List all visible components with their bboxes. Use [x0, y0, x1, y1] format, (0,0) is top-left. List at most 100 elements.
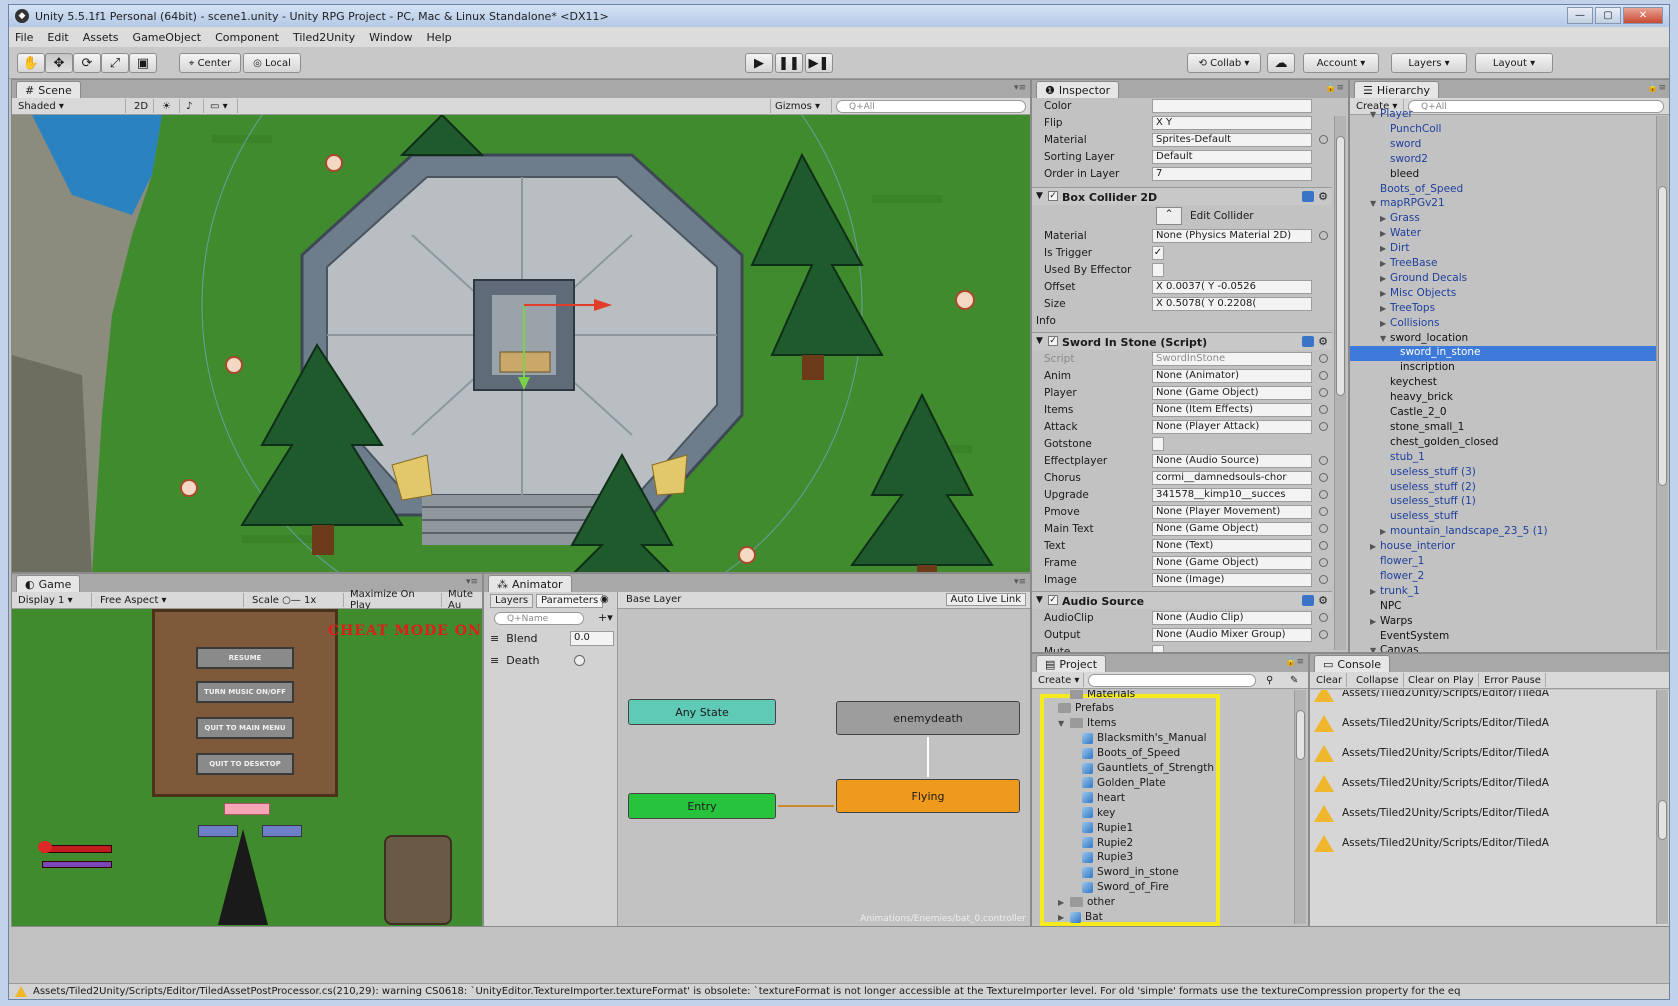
game-ui-button[interactable] [262, 825, 302, 837]
field-value[interactable]: None (Player Attack) [1152, 420, 1312, 434]
field-value[interactable]: None (Text) [1152, 539, 1312, 553]
hierarchy-item[interactable]: bleed [1350, 168, 1656, 183]
hierarchy-item[interactable]: ▼ Canvas [1350, 644, 1656, 652]
expand-arrow-icon[interactable]: ▶ [1380, 229, 1390, 238]
layout-dropdown[interactable]: Layout ▾ [1475, 53, 1553, 73]
expand-arrow-icon[interactable]: ▶ [1370, 542, 1380, 551]
console-scrollbar[interactable] [1656, 690, 1668, 924]
expand-arrow-icon[interactable]: ▶ [1380, 259, 1390, 268]
tab-project[interactable]: ▤ Project [1036, 655, 1107, 672]
component-header[interactable]: ▼ ✓ Sword In Stone (Script) ⚙ [1032, 332, 1332, 350]
help-book-icon[interactable] [1302, 336, 1314, 347]
object-picker-icon[interactable] [1319, 575, 1328, 584]
expand-arrow-icon[interactable]: ▼ [1370, 199, 1380, 208]
hierarchy-item[interactable]: PunchColl [1350, 123, 1656, 138]
field-value[interactable]: None (Player Movement) [1152, 505, 1312, 519]
aspect-dropdown[interactable]: Free Aspect ▾ [96, 593, 244, 607]
expand-arrow-icon[interactable]: ▼ [1370, 110, 1380, 119]
project-item[interactable]: Gauntlets_of_Strength [1070, 761, 1214, 776]
gizmos-dropdown[interactable]: Gizmos ▾ [770, 99, 832, 113]
expand-arrow-icon[interactable]: ▼ [1036, 336, 1043, 346]
animator-graph[interactable]: Any State Entry enemydeath Flying Animat… [618, 609, 1030, 926]
expand-arrow-icon[interactable]: ▼ [1036, 191, 1043, 201]
field-value[interactable]: None (Physics Material 2D) [1152, 229, 1312, 243]
console-button[interactable]: Error Pause [1480, 673, 1546, 687]
object-picker-icon[interactable] [1319, 507, 1328, 516]
hierarchy-item[interactable]: sword_in_stone [1350, 346, 1656, 362]
field-value[interactable] [1152, 263, 1164, 277]
rotate-tool-button[interactable]: ⟳ [73, 53, 101, 73]
field-value[interactable]: None (Audio Mixer Group) [1152, 628, 1312, 642]
scrollbar-thumb[interactable] [1658, 186, 1667, 486]
game-menu-button[interactable]: RESUME [196, 647, 294, 669]
hierarchy-item[interactable]: stone_small_1 [1350, 421, 1656, 436]
hierarchy-item[interactable]: useless_stuff (3) [1350, 466, 1656, 481]
game-menu-button[interactable]: QUIT TO MAIN MENU [196, 717, 294, 739]
project-item[interactable]: Prefabs [1046, 701, 1114, 716]
parameters-tab[interactable]: Parameters [536, 594, 604, 608]
hierarchy-item[interactable]: ▶ Ground Decals [1350, 272, 1656, 287]
hand-tool-button[interactable]: ✋ [17, 53, 45, 73]
parameter-row[interactable]: ≡ Death [490, 654, 539, 667]
hierarchy-item[interactable]: ▼ mapRPGv21 [1350, 197, 1656, 212]
project-item[interactable]: Rupie2 [1070, 835, 1133, 850]
scrollbar-thumb[interactable] [1296, 710, 1305, 760]
pivot-center-button[interactable]: ⌖ Center [179, 53, 241, 73]
filter-by-label-icon[interactable]: ✎ [1286, 673, 1306, 687]
console-entry[interactable]: Assets/Tiled2Unity/Scripts/Editor/TiledA [1314, 690, 1654, 708]
field-value[interactable]: Default [1152, 150, 1312, 164]
component-header[interactable]: ▼ ✓ Audio Source ⚙ [1032, 591, 1332, 609]
object-picker-icon[interactable] [1319, 558, 1328, 567]
console-button[interactable]: Clear on Play [1404, 673, 1479, 687]
hierarchy-item[interactable]: useless_stuff (2) [1350, 481, 1656, 496]
help-book-icon[interactable] [1302, 595, 1314, 606]
scene-view[interactable] [12, 115, 1031, 573]
object-picker-icon[interactable] [1319, 473, 1328, 482]
component-enabled-checkbox[interactable]: ✓ [1048, 336, 1058, 346]
object-picker-icon[interactable] [1319, 630, 1328, 639]
hierarchy-item[interactable]: Boots_of_Speed [1350, 183, 1656, 198]
field-value[interactable]: None (Game Object) [1152, 522, 1312, 536]
audio-toggle[interactable]: ♪ [182, 99, 204, 113]
field-value[interactable]: None (Game Object) [1152, 386, 1312, 400]
hierarchy-item[interactable]: ▶ Water [1350, 227, 1656, 242]
mode-2d-toggle[interactable]: 2D [130, 99, 154, 113]
edit-collider-button[interactable]: ⌃ [1156, 207, 1182, 225]
expand-arrow-icon[interactable]: ▶ [1058, 913, 1066, 922]
close-button[interactable]: ✕ [1623, 7, 1663, 24]
field-value[interactable]: X 0.5078( Y 0.2208( [1152, 297, 1312, 311]
filter-by-type-icon[interactable]: ⚲ [1262, 673, 1284, 687]
expand-arrow-icon[interactable]: ▼ [1036, 595, 1043, 605]
object-picker-icon[interactable] [1319, 422, 1328, 431]
layers-tab[interactable]: Layers [490, 594, 534, 608]
hierarchy-item[interactable]: inscription [1350, 361, 1656, 376]
hierarchy-item[interactable]: ▶ TreeTops [1350, 302, 1656, 317]
mute-audio-toggle[interactable]: Mute Au [444, 589, 482, 611]
object-picker-icon[interactable] [1319, 388, 1328, 397]
object-picker-icon[interactable] [1319, 613, 1328, 622]
tab-hierarchy[interactable]: ☰ Hierarchy [1354, 81, 1440, 98]
hierarchy-item[interactable]: sword [1350, 138, 1656, 153]
info-foldout[interactable]: Info [1032, 313, 1332, 330]
field-value[interactable]: 341578__kimp10__succes [1152, 488, 1312, 502]
menu-file[interactable]: File [15, 31, 33, 44]
component-enabled-checkbox[interactable]: ✓ [1048, 595, 1058, 605]
object-picker-icon[interactable] [1319, 405, 1328, 414]
scale-slider[interactable]: Scale ○— 1x [248, 593, 344, 607]
field-value[interactable] [1152, 99, 1312, 113]
cloud-button[interactable]: ☁ [1267, 53, 1295, 73]
play-button[interactable]: ▶ [745, 53, 773, 73]
hierarchy-item[interactable]: ▼ Player [1350, 108, 1656, 123]
object-picker-icon[interactable] [1319, 231, 1328, 240]
expand-arrow-icon[interactable]: ▶ [1380, 319, 1390, 328]
menu-assets[interactable]: Assets [83, 31, 119, 44]
scrollbar-thumb[interactable] [1658, 800, 1667, 840]
field-value[interactable]: None (Image) [1152, 573, 1312, 587]
hierarchy-item[interactable]: ▶ trunk_1 [1350, 585, 1656, 600]
hierarchy-item[interactable]: ▶ Warps [1350, 615, 1656, 630]
menu-tiled2unity[interactable]: Tiled2Unity [293, 31, 355, 44]
field-value[interactable] [1152, 645, 1164, 652]
move-tool-button[interactable]: ✥ [45, 53, 73, 73]
field-value[interactable]: None (Audio Source) [1152, 454, 1312, 468]
auto-live-link-toggle[interactable]: Auto Live Link [945, 593, 1026, 606]
